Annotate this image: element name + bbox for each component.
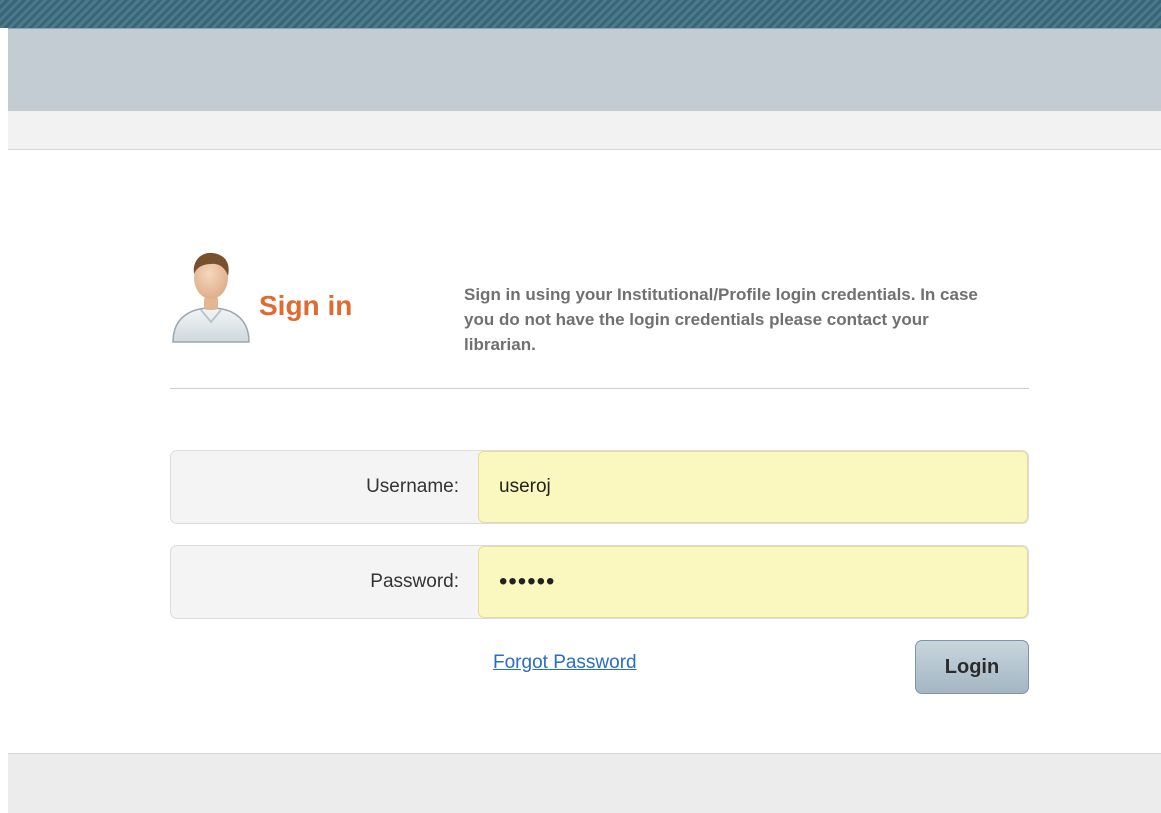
sub-navigation-bar <box>8 111 1161 150</box>
username-label: Username: <box>366 476 459 497</box>
signin-header: Sign in Sign in using your Institutional… <box>170 248 1029 388</box>
username-row: Username: <box>170 450 1029 524</box>
password-label: Password: <box>370 571 459 592</box>
login-button[interactable]: Login <box>915 640 1029 694</box>
password-input[interactable] <box>478 546 1028 618</box>
top-decorative-stripe <box>0 0 1161 28</box>
signin-title: Sign in <box>259 290 353 321</box>
forgot-password-link[interactable]: Forgot Password <box>493 652 637 674</box>
site-header <box>8 28 1161 112</box>
signin-description: Sign in using your Institutional/Profile… <box>464 285 978 354</box>
password-row: Password: <box>170 545 1029 619</box>
user-avatar-icon <box>170 248 252 344</box>
username-input[interactable] <box>478 451 1028 523</box>
site-footer <box>8 753 1161 813</box>
section-divider <box>170 388 1029 389</box>
